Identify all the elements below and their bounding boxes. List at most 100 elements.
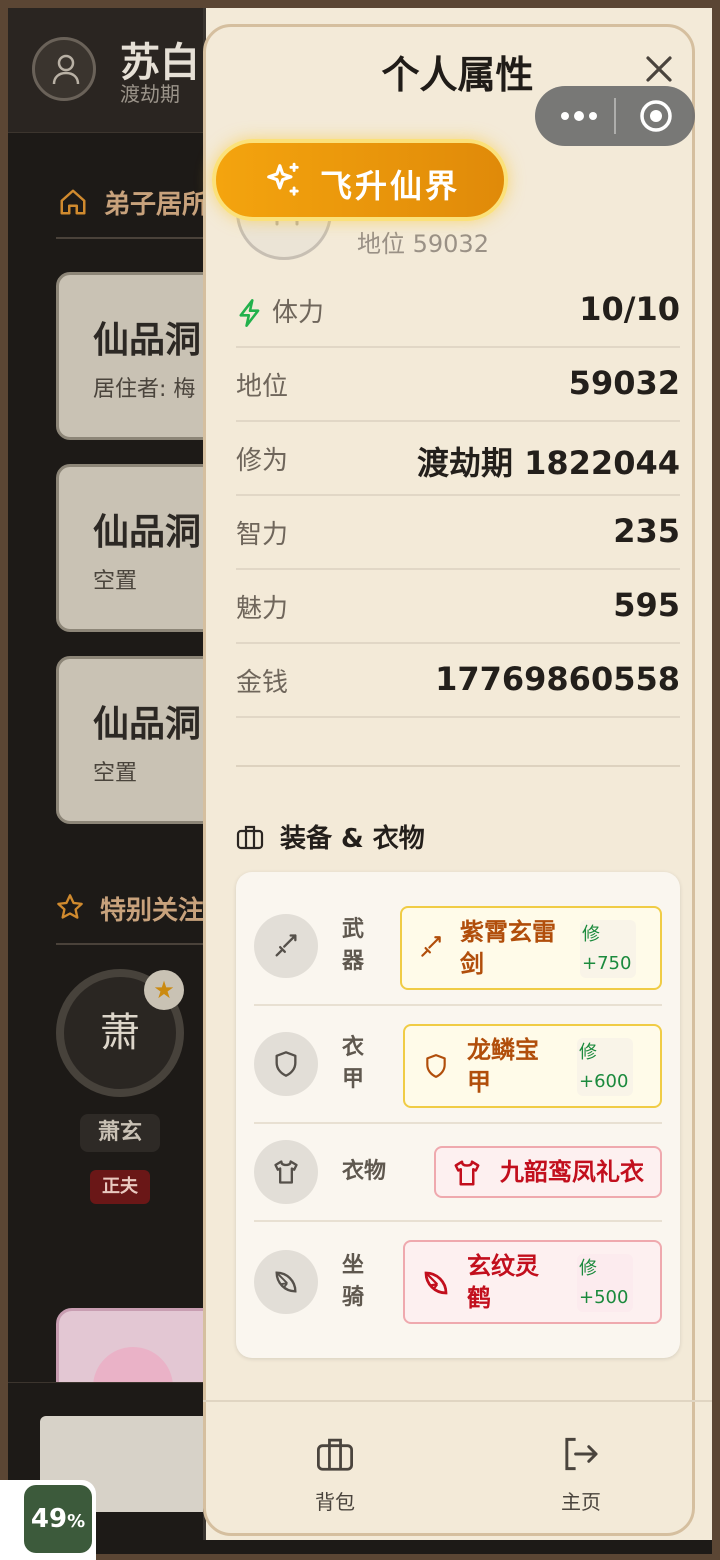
ascend-label: 飞升仙界 (320, 167, 461, 205)
slot-label: 坐骑 (342, 1253, 365, 1310)
armor-slot (254, 1032, 318, 1096)
citrus-icon (275, 1271, 297, 1293)
residence-card[interactable]: 仙品洞 居住者: 梅 (56, 272, 226, 440)
home-icon (60, 189, 86, 215)
weapon-slot (254, 914, 318, 978)
more-dots-icon[interactable] (557, 98, 601, 134)
equipment-row-armor: 衣甲 龙鳞宝甲 修 +600 (254, 1006, 662, 1124)
residence-card[interactable]: 仙品洞 空置 (56, 464, 226, 632)
residence-card[interactable]: 仙品洞 空置 (56, 656, 226, 824)
stat-label: 修为 (236, 446, 289, 476)
nav-backpack-button[interactable]: 背包 (275, 1402, 395, 1522)
shirt-icon (274, 1160, 298, 1184)
stat-row-cultivation: 修为 渡劫期 1822044 (236, 422, 680, 496)
stat-value: 235 (613, 512, 680, 550)
bonus-label: 修 (579, 1042, 597, 1063)
stat-row-money: 金钱 17769860558 (236, 644, 680, 718)
lightning-icon (239, 299, 260, 327)
badge-unit: % (67, 1511, 86, 1532)
equipped-item[interactable]: 紫霄玄雷剑 修 +750 (400, 906, 662, 990)
panel-bottom-nav: 背包 主页 (203, 1400, 712, 1530)
follow-section-title: 特别关注 (100, 896, 205, 926)
star-outline-icon (57, 894, 83, 919)
shield-icon (426, 1054, 446, 1078)
card-subtitle: 空置 (93, 569, 138, 594)
stat-label: 地位 (236, 372, 289, 402)
item-bonus: 修 +600 (577, 1038, 633, 1096)
exit-icon (565, 1437, 598, 1471)
card-subtitle: 空置 (93, 761, 138, 786)
citrus-icon (424, 1271, 448, 1295)
slot-label: 衣物 (342, 1159, 387, 1184)
stat-row-intelligence: 智力 235 (236, 496, 680, 570)
bonus-value: +600 (579, 1071, 629, 1092)
nav-label: 主页 (561, 1490, 601, 1514)
stat-row-charm: 魅力 595 (236, 570, 680, 644)
briefcase-icon (317, 1438, 353, 1471)
stat-label: 智力 (236, 520, 289, 550)
nav-label: 背包 (315, 1490, 355, 1514)
slot-label: 衣甲 (342, 1035, 365, 1092)
stat-value: 595 (613, 586, 680, 624)
nav-home-button[interactable]: 主页 (521, 1402, 641, 1522)
ascend-button[interactable]: 飞升仙界 (212, 139, 508, 221)
close-target-icon[interactable] (638, 98, 674, 134)
stat-row-stamina: 体力 10/10 (236, 274, 680, 348)
follow-tag: 正夫 (90, 1170, 150, 1204)
star-badge-icon: ★ (144, 970, 184, 1010)
item-bonus: 修 +750 (580, 920, 636, 978)
equipped-item[interactable]: 九韶鸾凤礼衣 (434, 1146, 662, 1198)
sparkle-icon (267, 162, 299, 196)
equipped-item[interactable]: 龙鳞宝甲 修 +600 (403, 1024, 662, 1108)
card-title: 仙品洞 (93, 512, 202, 553)
item-name: 龙鳞宝甲 (467, 1036, 539, 1096)
shirt-icon (454, 1160, 480, 1186)
equipment-row-mount: 坐骑 玄纹灵鹤 修 +500 (254, 1222, 662, 1340)
item-name: 玄纹灵鹤 (467, 1252, 539, 1312)
stat-value: 59032 (568, 364, 680, 402)
mount-slot (254, 1250, 318, 1314)
bonus-label: 修 (582, 924, 600, 945)
bonus-value: +500 (579, 1287, 629, 1308)
progress-badge[interactable]: 49% (0, 1480, 96, 1560)
bonus-value: +750 (582, 953, 632, 974)
bonus-label: 修 (579, 1258, 597, 1279)
equipment-row-weapon: 武器 紫霄玄雷剑 修 +750 (254, 888, 662, 1006)
stat-label: 魅力 (236, 594, 289, 624)
stat-value: 10/10 (579, 290, 680, 328)
badge-value: 49 (30, 1504, 68, 1534)
shield-icon (275, 1051, 297, 1077)
card-subtitle: 居住者: 梅 (93, 377, 196, 402)
status-line: 地位 59032 (357, 230, 489, 258)
clothing-slot (254, 1140, 318, 1204)
stat-value: 渡劫期 1822044 (416, 444, 680, 482)
card-title: 仙品洞 (93, 320, 202, 361)
section-divider (56, 237, 216, 239)
equipment-list: 武器 紫霄玄雷剑 修 +750 衣甲 龙鳞宝甲 修 +600 衣物 九韶鸾凤礼衣 (236, 872, 680, 1358)
mini-program-capsule (535, 86, 695, 146)
briefcase-icon (236, 825, 264, 850)
equipped-item[interactable]: 玄纹灵鹤 修 +500 (403, 1240, 662, 1324)
residence-section-title: 弟子居所 (104, 190, 209, 220)
card-title: 仙品洞 (93, 704, 202, 745)
follow-name: 萧玄 (80, 1114, 160, 1152)
user-avatar[interactable] (32, 37, 96, 101)
stat-row-status: 地位 59032 (236, 348, 680, 422)
slot-label: 武器 (342, 917, 365, 974)
item-name: 紫霄玄雷剑 (460, 918, 556, 978)
equipment-title-text: 装备 & 衣物 (280, 824, 425, 854)
capsule-separator (614, 98, 616, 134)
sword-icon (275, 934, 297, 957)
sword-icon (421, 936, 441, 957)
equipment-row-clothing: 衣物 九韶鸾凤礼衣 (254, 1124, 662, 1222)
user-realm: 渡劫期 (120, 82, 180, 106)
user-icon (52, 54, 80, 85)
close-icon[interactable] (640, 50, 678, 88)
section-divider (236, 765, 680, 767)
stat-value: 17769860558 (435, 660, 680, 698)
progress-badge-inner: 49% (24, 1485, 92, 1553)
section-divider (56, 943, 216, 945)
stat-label: 体力 (272, 298, 325, 328)
stat-label: 金钱 (236, 668, 289, 698)
item-bonus: 修 +500 (577, 1254, 633, 1312)
